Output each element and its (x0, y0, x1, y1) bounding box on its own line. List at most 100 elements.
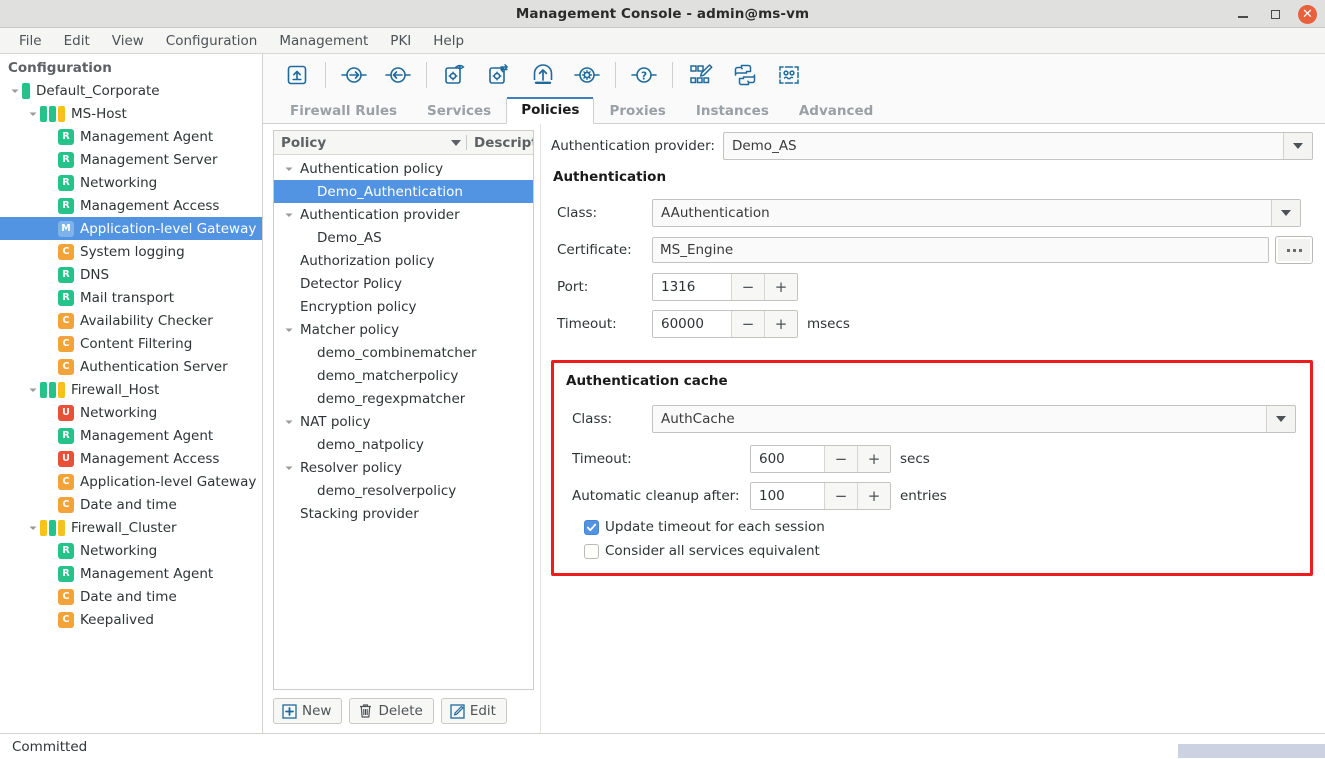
policy-list-item[interactable]: demo_regexpmatcher (274, 387, 533, 410)
tree-item-mail-transport[interactable]: R Mail transport (0, 286, 262, 309)
help-icon[interactable]: ? (622, 55, 666, 95)
tree-item-keepalived[interactable]: C Keepalived (0, 608, 262, 631)
tree-item-firewall-cluster[interactable]: Firewall_Cluster (0, 516, 262, 539)
tab-advanced[interactable]: Advanced (784, 98, 888, 124)
transfer-config-icon[interactable] (477, 55, 521, 95)
cache-cleanup-value[interactable]: 100 (751, 483, 824, 509)
chevron-down-icon[interactable] (26, 109, 40, 119)
port-decrement-button[interactable]: − (731, 274, 764, 300)
timeout-stepper[interactable]: 60000 − + (652, 310, 798, 338)
tree-item-ms-host[interactable]: MS-Host (0, 102, 262, 125)
tree-item-dns[interactable]: R DNS (0, 263, 262, 286)
policy-list-item[interactable]: Stacking provider (274, 502, 533, 525)
tree-item-default-corporate[interactable]: Default_Corporate (0, 79, 262, 102)
policy-list-item[interactable]: Authorization policy (274, 249, 533, 272)
tree-item-authentication-server[interactable]: C Authentication Server (0, 355, 262, 378)
tree-item-management-access[interactable]: R Management Access (0, 194, 262, 217)
python-icon[interactable] (723, 55, 767, 95)
tree-item-management-agent[interactable]: R Management Agent (0, 125, 262, 148)
cache-timeout-decrement-button[interactable]: − (824, 446, 857, 472)
tab-policies[interactable]: Policies (506, 97, 595, 124)
edit-button[interactable]: Edit (440, 698, 507, 724)
configuration-tree[interactable]: Configuration Default_Corporate MS-Host R M… (0, 54, 263, 733)
timeout-decrement-button[interactable]: − (731, 311, 764, 337)
tab-instances[interactable]: Instances (681, 98, 784, 124)
policy-list-item[interactable]: demo_combinematcher (274, 341, 533, 364)
policy-list-item[interactable]: Demo_Authentication (274, 180, 533, 203)
tree-item-management-agent[interactable]: R Management Agent (0, 424, 262, 447)
tree-item-networking[interactable]: U Networking (0, 401, 262, 424)
debug-icon[interactable] (767, 55, 811, 95)
tree-item-management-agent[interactable]: R Management Agent (0, 562, 262, 585)
chevron-down-icon[interactable] (282, 325, 296, 335)
forward-arrow-icon[interactable] (332, 55, 376, 95)
tree-item-application-level-gateway[interactable]: C Application-level Gateway (0, 470, 262, 493)
tree-item-networking[interactable]: R Networking (0, 171, 262, 194)
tree-item-availability-checker[interactable]: C Availability Checker (0, 309, 262, 332)
policy-list-item[interactable]: Detector Policy (274, 272, 533, 295)
update-timeout-checkbox-row[interactable]: Update timeout for each session (584, 519, 1296, 535)
cache-cleanup-stepper[interactable]: 100 − + (750, 482, 891, 510)
cache-timeout-value[interactable]: 600 (751, 446, 824, 472)
auth-class-select[interactable]: AAuthentication (652, 199, 1301, 227)
timeout-increment-button[interactable]: + (764, 311, 797, 337)
chevron-down-icon[interactable] (8, 86, 22, 96)
port-increment-button[interactable]: + (764, 274, 797, 300)
close-icon[interactable]: ✕ (1298, 4, 1317, 24)
upload-icon[interactable] (521, 55, 565, 95)
policy-list-item[interactable]: Authentication provider (274, 203, 533, 226)
view-config-icon[interactable] (433, 55, 477, 95)
tree-item-application-level-gateway[interactable]: M Application-level Gateway (0, 217, 262, 240)
port-stepper[interactable]: 1316 − + (652, 273, 798, 301)
cache-class-select[interactable]: AuthCache (652, 405, 1296, 433)
cache-timeout-stepper[interactable]: 600 − + (750, 445, 891, 473)
new-button[interactable]: New (273, 698, 343, 724)
cache-cleanup-increment-button[interactable]: + (857, 483, 890, 509)
certificate-browse-button[interactable] (1275, 236, 1313, 264)
minimize-icon[interactable] (1234, 5, 1252, 23)
back-arrow-icon[interactable] (376, 55, 420, 95)
tab-firewall-rules[interactable]: Firewall Rules (275, 98, 412, 124)
tree-item-firewall-host[interactable]: Firewall_Host (0, 378, 262, 401)
go-up-icon[interactable] (275, 55, 319, 95)
policy-list-item[interactable]: Encryption policy (274, 295, 533, 318)
menu-item-edit[interactable]: Edit (53, 30, 101, 52)
tree-item-management-access[interactable]: U Management Access (0, 447, 262, 470)
description-column-header[interactable]: Descript (467, 131, 533, 154)
policy-list-item[interactable]: demo_matcherpolicy (274, 364, 533, 387)
policy-list-item[interactable]: Resolver policy (274, 456, 533, 479)
policy-column-header[interactable]: Policy (274, 131, 466, 154)
policy-list-item[interactable]: NAT policy (274, 410, 533, 433)
menu-item-help[interactable]: Help (422, 30, 475, 52)
chevron-down-icon[interactable] (26, 385, 40, 395)
menu-item-pki[interactable]: PKI (379, 30, 422, 52)
cache-cleanup-decrement-button[interactable]: − (824, 483, 857, 509)
policy-list-item[interactable]: Matcher policy (274, 318, 533, 341)
tree-item-date-and-time[interactable]: C Date and time (0, 493, 262, 516)
policy-list-item[interactable]: Demo_AS (274, 226, 533, 249)
chevron-down-icon[interactable] (1266, 406, 1295, 432)
tab-proxies[interactable]: Proxies (594, 98, 680, 124)
tree-item-date-and-time[interactable]: C Date and time (0, 585, 262, 608)
maximize-icon[interactable] (1266, 5, 1284, 23)
policy-list-item[interactable]: demo_resolverpolicy (274, 479, 533, 502)
menu-item-management[interactable]: Management (268, 30, 379, 52)
delete-button[interactable]: Delete (349, 698, 434, 724)
policy-list[interactable]: Authentication policy Demo_Authentication… (274, 155, 533, 689)
tree-item-system-logging[interactable]: C System logging (0, 240, 262, 263)
menu-item-file[interactable]: File (8, 30, 53, 52)
chevron-down-icon[interactable] (26, 523, 40, 533)
consider-services-checkbox[interactable] (584, 543, 599, 559)
settings-icon[interactable] (565, 55, 609, 95)
menu-item-view[interactable]: View (101, 30, 155, 52)
port-value[interactable]: 1316 (653, 274, 731, 300)
tab-services[interactable]: Services (412, 98, 506, 124)
tree-item-content-filtering[interactable]: C Content Filtering (0, 332, 262, 355)
policy-list-item[interactable]: demo_natpolicy (274, 433, 533, 456)
chevron-down-icon[interactable] (282, 463, 296, 473)
chevron-down-icon[interactable] (282, 164, 296, 174)
chevron-down-icon[interactable] (282, 417, 296, 427)
menu-item-configuration[interactable]: Configuration (155, 30, 269, 52)
timeout-value[interactable]: 60000 (653, 311, 731, 337)
chevron-down-icon[interactable] (282, 210, 296, 220)
